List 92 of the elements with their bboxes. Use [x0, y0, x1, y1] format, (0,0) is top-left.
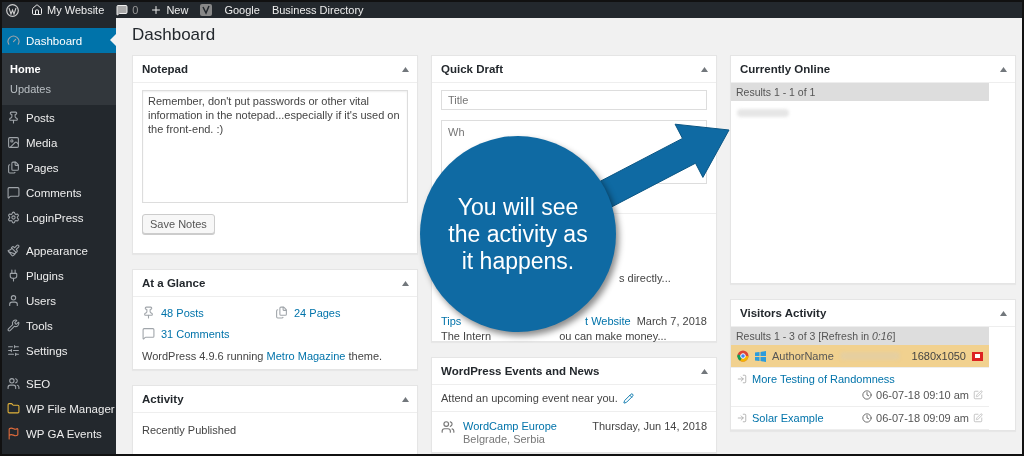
visitor-name: AuthorName	[772, 350, 834, 362]
stat-link[interactable]: 31 Comments	[161, 327, 230, 340]
media-icon	[7, 136, 20, 149]
save-notes-button[interactable]: Save Notes	[142, 214, 215, 234]
draft-fragment: The Intern	[441, 330, 492, 343]
panel-title: At a Glance	[142, 277, 206, 289]
page-link[interactable]: More Testing of Randomness	[752, 373, 895, 385]
title-field[interactable]: Title	[441, 90, 707, 110]
visit-icon	[737, 374, 747, 384]
sidebar-item[interactable]: Appearance	[2, 238, 116, 263]
brush-icon	[7, 244, 20, 257]
comment-icon[interactable]	[116, 4, 129, 16]
pencil-icon[interactable]	[622, 392, 634, 404]
page-title: Dashboard	[132, 24, 217, 46]
sidebar-item[interactable]: WP GA Events	[2, 421, 116, 446]
collapse-arrow-icon[interactable]	[402, 396, 409, 402]
stat-link[interactable]: 24 Pages	[294, 306, 341, 319]
version-text: WordPress 4.9.6 running Metro Magazine theme.	[142, 350, 384, 362]
toolbar-link[interactable]: Business Directory	[271, 4, 364, 16]
submenu-item[interactable]: Updates	[2, 79, 116, 99]
sidebar-item[interactable]: WP File Manager	[2, 396, 116, 421]
panel-title: WordPress Events and News	[441, 365, 600, 377]
site-name-link[interactable]: My Website	[47, 4, 105, 16]
panel-title: Notepad	[142, 63, 188, 75]
collapse-arrow-icon[interactable]	[1000, 66, 1007, 72]
visit-time: 06-07-18 09:09 am	[862, 412, 983, 424]
sidebar-item[interactable]: Comments	[2, 180, 116, 205]
site-logo-icon[interactable]	[6, 3, 19, 17]
page-link[interactable]: Solar Example	[752, 412, 824, 424]
results-count: Results 1 - 1 of 1	[731, 83, 989, 101]
windows-icon	[755, 350, 766, 362]
blurred-name	[737, 109, 789, 117]
sidebar-item[interactable]: Settings	[2, 338, 116, 363]
folder-icon	[7, 402, 20, 415]
panel-title: Activity	[142, 393, 184, 405]
home-icon[interactable]	[31, 4, 43, 16]
draft-fragment: s directly...	[619, 272, 671, 285]
collapse-arrow-icon[interactable]	[1000, 310, 1007, 316]
plus-icon[interactable]	[150, 4, 163, 16]
pages-icon	[275, 306, 288, 319]
gauge-icon	[7, 34, 20, 47]
results-count: Results 1 - 3 of 3 [Refresh in 0:16]	[731, 327, 989, 345]
wrench-icon	[7, 319, 20, 332]
user-icon	[7, 294, 20, 307]
event-link[interactable]: WordCamp Europe	[463, 420, 557, 432]
submenu-item[interactable]: Home	[2, 59, 116, 79]
stat-link[interactable]: 48 Posts	[161, 306, 204, 319]
pin-icon	[7, 111, 20, 124]
notepad-field[interactable]: Remember, don't put passwords or other vital information in the notepad...especially if it's used on the front-end. :)	[142, 90, 408, 203]
event-location: Belgrade, Serbia	[463, 433, 546, 445]
clock-icon	[862, 390, 873, 400]
sidebar-item[interactable]: Users	[2, 288, 116, 313]
sidebar-item[interactable]: Tools	[2, 313, 116, 338]
sidebar-item[interactable]: Media	[2, 130, 116, 155]
events-intro: Attend an upcoming event near you.	[441, 392, 618, 404]
gear-icon	[7, 211, 20, 224]
clock-icon	[862, 413, 873, 423]
meetup-icon	[441, 420, 455, 434]
sidebar-item[interactable]: Dashboard	[2, 28, 116, 53]
collapse-arrow-icon[interactable]	[701, 368, 708, 374]
collapse-arrow-icon[interactable]	[402, 66, 409, 72]
draft-fragment: ou can make money...	[559, 330, 667, 343]
draft-fragment: Tips	[441, 315, 462, 328]
flag-icon	[972, 351, 983, 361]
panel-title: Currently Online	[740, 63, 831, 75]
comment-icon	[7, 186, 20, 199]
screen-resolution: 1680x1050	[911, 350, 966, 362]
sidebar-item[interactable]: SEO	[2, 371, 116, 396]
sidebar-item[interactable]: Pages	[2, 155, 116, 180]
panel-title: Quick Draft	[441, 63, 503, 75]
visit-icon	[737, 413, 747, 423]
browser-icon	[737, 350, 749, 362]
pin-icon	[142, 306, 155, 319]
new-link[interactable]: New	[166, 4, 189, 16]
settings-icon	[7, 344, 20, 357]
comment-count: 0	[132, 4, 139, 16]
flag-icon	[7, 427, 20, 440]
visit-time: 06-07-18 09:10 am	[862, 389, 983, 401]
toolbar-link[interactable]: Google	[224, 4, 260, 16]
collapse-arrow-icon[interactable]	[701, 66, 708, 72]
theme-link[interactable]: Metro Magazine	[266, 350, 346, 362]
comment-icon	[142, 327, 155, 340]
sidebar-item[interactable]: LoginPress	[2, 205, 116, 230]
event-date: Thursday, Jun 14, 2018	[592, 420, 707, 434]
post-date: March 7, 2018	[636, 315, 707, 328]
section-heading: Recently Published	[142, 424, 237, 436]
pages-icon	[7, 161, 20, 174]
sidebar-item[interactable]: Posts	[2, 105, 116, 130]
collapse-arrow-icon[interactable]	[402, 280, 409, 286]
sidebar-item[interactable]: Plugins	[2, 263, 116, 288]
plug-icon	[7, 269, 20, 282]
panel-title: Visitors Activity	[740, 307, 827, 319]
